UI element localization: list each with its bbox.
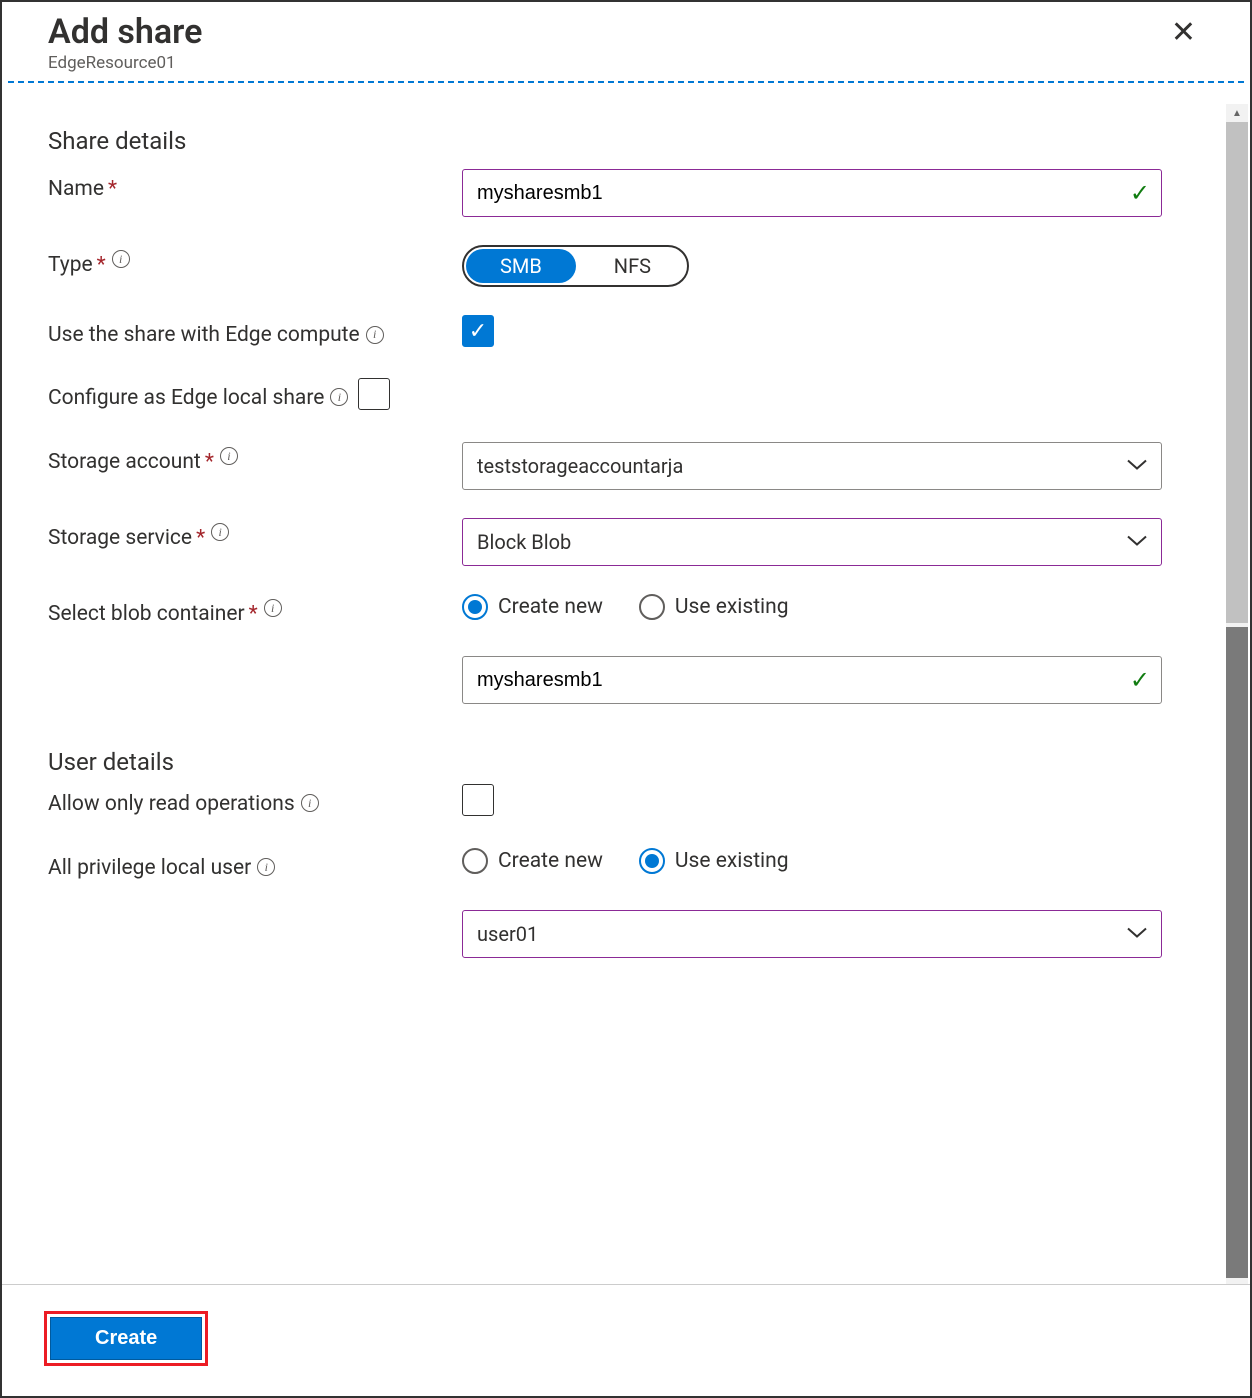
blob-create-new-radio[interactable]: Create new	[462, 594, 603, 620]
type-option-smb[interactable]: SMB	[466, 249, 576, 283]
type-toggle[interactable]: SMB NFS	[462, 245, 689, 287]
user-create-new-label: Create new	[498, 849, 603, 873]
scrollbar[interactable]: ▲ ▼	[1226, 104, 1248, 1296]
blob-create-new-label: Create new	[498, 595, 603, 619]
scroll-up-icon[interactable]: ▲	[1226, 104, 1248, 122]
panel-title: Add share	[48, 14, 202, 51]
edge-compute-checkbox[interactable]: ✓	[462, 315, 494, 347]
storage-service-label: Storage service	[48, 524, 192, 552]
info-icon[interactable]: i	[257, 858, 275, 876]
storage-account-label: Storage account	[48, 448, 201, 476]
privilege-user-value: user01	[477, 922, 538, 946]
storage-account-select[interactable]: teststorageaccountarja	[462, 442, 1162, 490]
read-only-label: Allow only read operations	[48, 790, 295, 818]
blob-container-label: Select blob container	[48, 600, 245, 628]
privilege-user-select[interactable]: user01	[462, 910, 1162, 958]
privilege-user-label: All privilege local user	[48, 854, 251, 882]
edge-local-checkbox[interactable]	[358, 378, 390, 410]
storage-service-select[interactable]: Block Blob	[462, 518, 1162, 566]
edge-local-label: Configure as Edge local share	[48, 384, 324, 412]
name-label: Name	[48, 175, 104, 203]
info-icon[interactable]: i	[112, 250, 130, 268]
scrollbar-thumb[interactable]	[1226, 627, 1248, 1278]
required-indicator: *	[249, 600, 258, 628]
blob-use-existing-label: Use existing	[675, 595, 789, 619]
user-use-existing-radio[interactable]: Use existing	[639, 848, 789, 874]
create-button-highlight: Create	[44, 1311, 208, 1366]
storage-service-value: Block Blob	[477, 530, 571, 554]
required-indicator: *	[196, 524, 205, 552]
info-icon[interactable]: i	[264, 599, 282, 617]
info-icon[interactable]: i	[220, 447, 238, 465]
user-use-existing-label: Use existing	[675, 849, 789, 873]
edge-compute-label: Use the share with Edge compute	[48, 321, 360, 349]
storage-account-value: teststorageaccountarja	[477, 454, 683, 478]
info-icon[interactable]: i	[211, 523, 229, 541]
read-only-checkbox[interactable]	[462, 784, 494, 816]
blob-use-existing-radio[interactable]: Use existing	[639, 594, 789, 620]
blob-container-input[interactable]	[462, 656, 1162, 704]
required-indicator: *	[97, 251, 106, 279]
panel-subtitle: EdgeResource01	[48, 53, 202, 73]
type-option-nfs[interactable]: NFS	[578, 247, 687, 285]
user-create-new-radio[interactable]: Create new	[462, 848, 603, 874]
info-icon[interactable]: i	[366, 326, 384, 344]
required-indicator: *	[205, 448, 214, 476]
type-label: Type	[48, 251, 93, 279]
required-indicator: *	[108, 175, 117, 203]
scrollbar-thumb[interactable]	[1226, 122, 1248, 623]
info-icon[interactable]: i	[330, 388, 348, 406]
name-input[interactable]	[462, 169, 1162, 217]
info-icon[interactable]: i	[301, 794, 319, 812]
create-button[interactable]: Create	[50, 1317, 202, 1360]
close-icon[interactable]: ✕	[1163, 14, 1204, 52]
share-details-heading: Share details	[48, 127, 1204, 155]
user-details-heading: User details	[48, 748, 1204, 776]
